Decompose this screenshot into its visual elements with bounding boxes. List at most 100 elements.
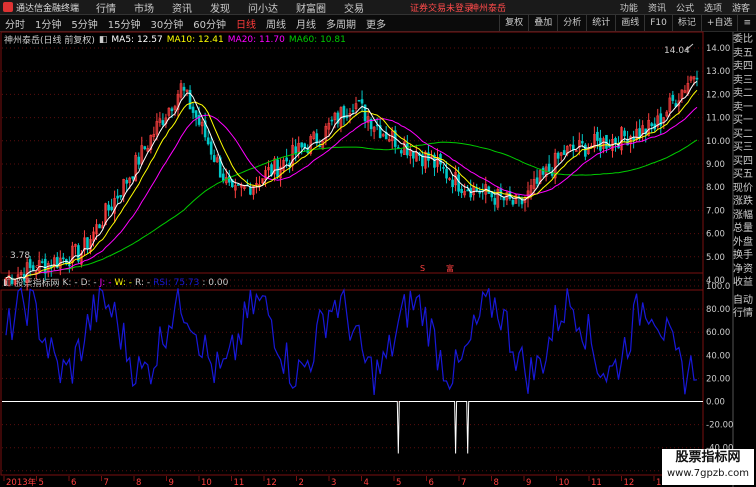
candle-body: [623, 130, 626, 137]
candle-body: [412, 151, 415, 159]
candle-body: [191, 106, 195, 113]
candle-body: [119, 194, 122, 198]
candle-body: [445, 168, 448, 179]
sidebar-item[interactable]: 卖二: [733, 87, 756, 101]
low-price-annotation: 3.78: [10, 251, 30, 261]
signal-marker-fu: 富: [446, 263, 454, 273]
date-tick-label: 10: [201, 478, 212, 487]
candle-body: [276, 159, 279, 177]
price-tick-label: 7.00: [706, 206, 725, 216]
sidebar-item[interactable]: 自动: [733, 294, 756, 308]
sidebar-item[interactable]: 现价: [733, 182, 756, 196]
candle-body: [442, 167, 445, 169]
signal-marker-s1: S: [35, 264, 40, 273]
candle-body: [584, 144, 587, 157]
main-chart-frame: [0, 31, 704, 274]
candle-body: [116, 195, 119, 199]
candle-body: [285, 157, 288, 162]
sidebar-item[interactable]: 收益: [733, 276, 756, 290]
price-tick-label: 10.00: [706, 137, 730, 147]
sidebar-item[interactable]: 涨跌: [733, 195, 756, 209]
signal-marker-s2: S: [420, 264, 425, 273]
signal-line: [2, 401, 703, 454]
sidebar-item[interactable]: 买四: [733, 155, 756, 169]
sidebar-item[interactable]: 行情: [733, 307, 756, 321]
candle-body: [351, 110, 355, 112]
date-tick-label: 9: [526, 478, 531, 487]
candle-body: [493, 198, 497, 205]
candle-body: [237, 184, 240, 186]
sidebar-item[interactable]: 买三: [733, 141, 756, 155]
indicator-tick-label: 0.00: [706, 398, 725, 408]
date-tick-label: 11: [591, 478, 602, 487]
candle-body: [511, 200, 515, 205]
price-tick-label: 6.00: [706, 230, 725, 240]
date-tick-label: 12: [624, 478, 635, 487]
sidebar-item[interactable]: 换手: [733, 249, 756, 263]
sidebar-item[interactable]: 买一: [733, 114, 756, 128]
price-tick-label: 13.00: [706, 67, 730, 77]
date-tick-label: 7: [104, 478, 109, 487]
price-tick-label: 9.00: [706, 160, 725, 170]
sidebar-item[interactable]: 外盘: [733, 236, 756, 250]
candle-body: [131, 176, 135, 179]
candle-body: [68, 264, 71, 267]
candle-body: [209, 141, 213, 155]
indicator-tick-label: -20.00: [706, 421, 733, 431]
sidebar-item[interactable]: 总量: [733, 222, 756, 236]
candle-body: [318, 145, 322, 148]
candle-body: [182, 86, 186, 91]
sidebar-item[interactable]: 卖五: [733, 47, 756, 61]
candle-body: [451, 179, 454, 188]
candlestick-series: [4, 70, 699, 291]
candle-body: [499, 188, 503, 196]
sidebar-item[interactable]: 买五: [733, 168, 756, 182]
date-tick-label: 11: [234, 478, 245, 487]
sidebar-item[interactable]: 委比: [733, 33, 756, 47]
candle-body: [194, 110, 198, 118]
sidebar-item[interactable]: 净资: [733, 263, 756, 277]
indicator-tick-label: 100.0: [706, 282, 730, 292]
price-tick-label: 12.00: [706, 90, 730, 100]
candle-body: [547, 163, 551, 172]
candle-body: [614, 138, 617, 144]
candle-body: [161, 120, 165, 125]
indicator-tick-label: 20.00: [706, 374, 730, 384]
candle-body: [466, 189, 469, 192]
sidebar-item[interactable]: 卖四: [733, 60, 756, 74]
date-tick-label: 8: [136, 478, 141, 487]
chart-canvas[interactable]: 14.0013.0012.0011.0010.009.008.007.006.0…: [0, 0, 756, 487]
candle-body: [43, 258, 47, 274]
candle-body: [457, 174, 460, 192]
candle-body: [650, 123, 654, 127]
date-tick-label: 7: [461, 478, 466, 487]
quote-sidebar: 委比 卖五 卖四 卖三 卖二 卖一 买一 买二 买三 买四 买五 现价 涨跌 涨…: [733, 33, 756, 321]
candle-body: [206, 137, 210, 145]
ma20-line: [5, 106, 698, 280]
candle-body: [300, 142, 304, 148]
sidebar-item[interactable]: 涨幅: [733, 209, 756, 223]
candle-body: [170, 108, 174, 112]
candle-body: [399, 150, 403, 154]
candle-body: [541, 167, 545, 175]
date-tick-label: 4: [364, 478, 369, 487]
high-price-annotation: 14.04: [664, 46, 690, 56]
date-axis: 2013年 5 6 7 8 9 10 11 12 2 3 4 5 6 7 8 9 10 11 12 1: [3, 476, 661, 487]
candle-body: [460, 188, 463, 194]
price-tick-label: 14.00: [706, 44, 730, 54]
candle-body: [212, 155, 216, 162]
sidebar-item[interactable]: 卖一: [733, 101, 756, 115]
sidebar-item[interactable]: 卖三: [733, 74, 756, 88]
candle-body: [143, 146, 147, 150]
candle-body: [107, 204, 110, 211]
candle-body: [249, 186, 252, 195]
indicator-grid: [2, 285, 703, 472]
date-tick-label: 6: [71, 478, 76, 487]
date-tick-label: 10: [559, 478, 570, 487]
candle-body: [98, 224, 101, 229]
date-tick-label: 6: [429, 478, 434, 487]
date-tick-label: 8: [494, 478, 499, 487]
sidebar-item[interactable]: 买二: [733, 128, 756, 142]
site-watermark: 股票指标网 www.7gpzb.com: [662, 449, 754, 485]
indicator-tick-label: 60.00: [706, 328, 730, 338]
